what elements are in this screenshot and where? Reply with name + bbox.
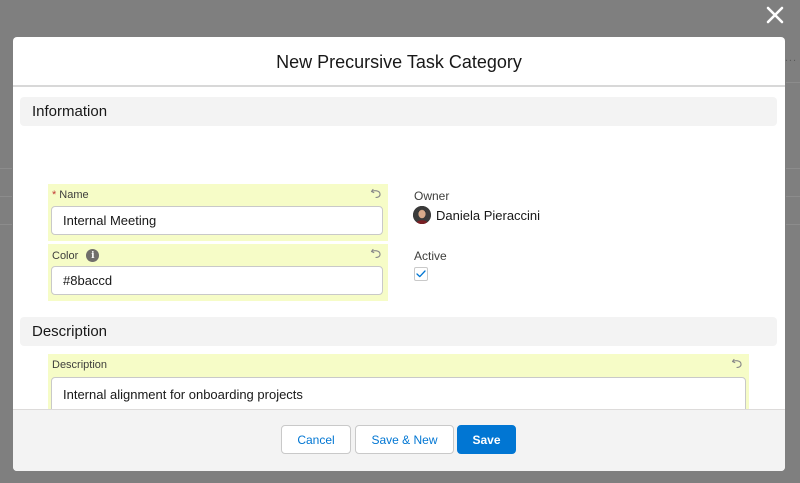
cancel-button[interactable]: Cancel [281, 425, 351, 454]
required-marker: * [52, 189, 57, 201]
info-icon[interactable]: i [86, 249, 100, 262]
modal-footer: Cancel Save & New Save [13, 409, 785, 471]
section-header-information[interactable]: Information [20, 97, 777, 126]
background-divider [0, 168, 12, 169]
close-button[interactable] [762, 2, 788, 28]
color-field-group: Color i #8baccd [48, 244, 388, 301]
color-label: Color i [52, 249, 100, 262]
background-divider [786, 224, 800, 225]
owner-label: Owner [414, 189, 450, 203]
section-header-description[interactable]: Description [20, 317, 777, 346]
check-icon [416, 270, 426, 278]
background-divider [0, 196, 12, 197]
background-divider [0, 224, 12, 225]
background-divider [786, 196, 800, 197]
owner-name-link[interactable]: Daniela Pieraccini [436, 208, 540, 223]
avatar [413, 206, 431, 224]
color-label-text: Color [52, 249, 79, 262]
active-label: Active [414, 249, 447, 263]
undo-icon[interactable] [370, 247, 382, 259]
undo-icon[interactable] [731, 357, 743, 369]
close-icon [766, 6, 784, 24]
description-label-text: Description [52, 359, 108, 371]
color-input[interactable]: #8baccd [51, 266, 383, 295]
name-label: * Name [52, 189, 89, 201]
background-overflow-dots: ... [784, 52, 797, 64]
active-checkbox[interactable] [414, 267, 428, 281]
modal-header: New Precursive Task Category [13, 37, 785, 87]
save-button[interactable]: Save [457, 425, 516, 454]
name-field-group: * Name Internal Meeting [48, 184, 388, 241]
undo-icon[interactable] [370, 187, 382, 199]
background-divider [786, 82, 800, 83]
description-label: Description [52, 359, 107, 371]
modal-title: New Precursive Task Category [276, 51, 522, 72]
name-input[interactable]: Internal Meeting [51, 206, 383, 235]
modal-body: Information * Name Internal Meeting Colo… [13, 87, 785, 437]
background-divider [786, 168, 800, 169]
description-text: Internal alignment for onboarding projec… [63, 387, 303, 402]
name-label-text: Name [59, 189, 89, 201]
save-and-new-button[interactable]: Save & New [355, 425, 454, 454]
modal-dialog: New Precursive Task Category Information… [13, 37, 785, 471]
owner-value: Daniela Pieraccini [413, 206, 540, 224]
